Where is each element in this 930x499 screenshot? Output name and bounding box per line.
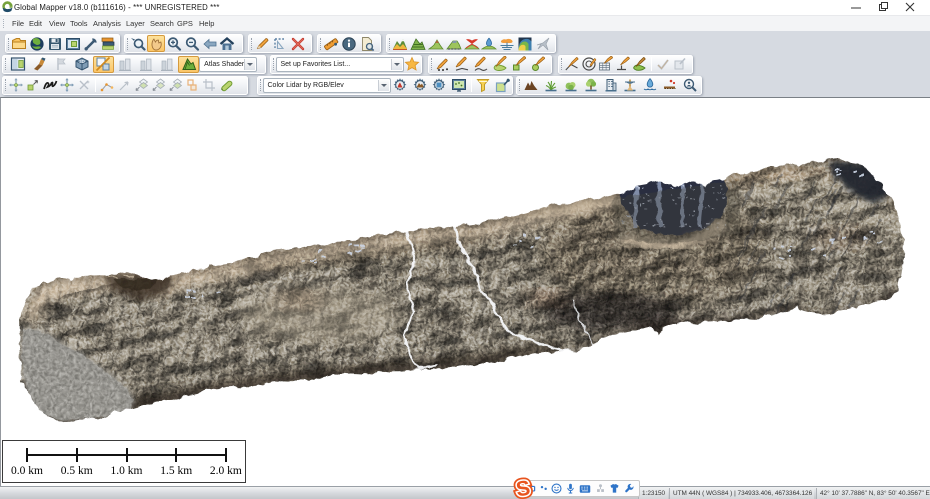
svg-text:S: S xyxy=(515,477,532,499)
svg-text:3D: 3D xyxy=(79,59,86,64)
